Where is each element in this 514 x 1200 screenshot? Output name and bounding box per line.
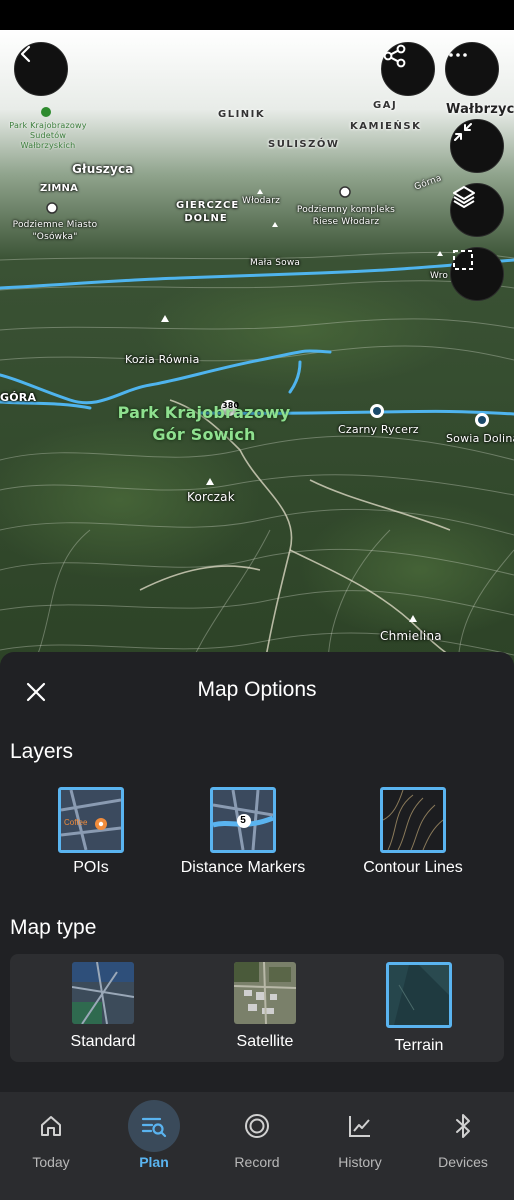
map-label-glinik: GLINIK: [218, 109, 266, 120]
satellite-map-thumbnail: [234, 962, 296, 1024]
distance-markers-thumbnail: 5: [210, 787, 276, 853]
map-type-label: Terrain: [394, 1037, 444, 1054]
record-icon: [245, 1114, 269, 1138]
map-type-label: Satellite: [236, 1033, 294, 1050]
nav-label: History: [338, 1154, 382, 1170]
map-label-korczak: Korczak: [187, 490, 235, 504]
nav-item-devices[interactable]: Devices: [412, 1100, 514, 1170]
map-label-kozia-rownia: Kozia Równia: [125, 353, 200, 366]
map-label-zimna: ZIMNA: [40, 183, 79, 194]
layer-label: Distance Markers: [180, 859, 306, 876]
sheet-title: Map Options: [197, 678, 317, 701]
share-button[interactable]: [381, 42, 435, 96]
sheet-header: Map Options: [0, 652, 514, 728]
nav-item-today[interactable]: Today: [0, 1100, 102, 1170]
collapse-arrows-icon: [454, 123, 472, 141]
map-label-wlodarz: Włodarz: [242, 196, 281, 206]
map-label-gaj: GAJ: [373, 100, 398, 111]
map-label-park-gor-sowich: Park Krajobrazowy Gór Sowich: [117, 403, 291, 444]
layer-option-pois[interactable]: Coffee POIs: [26, 787, 156, 878]
map-label-park-sudetow: Park Krajobrazowy Sudetów Wałbrzyskich: [9, 121, 87, 150]
map-type-section-title: Map type: [10, 916, 97, 939]
map-label-gierczce-dolne: GIERCZCE DOLNE: [176, 200, 240, 224]
more-horizontal-icon: [449, 53, 467, 57]
collapse-view-button[interactable]: [450, 119, 504, 173]
distance-marker-number: 5: [240, 815, 246, 826]
map-layers-button[interactable]: [450, 183, 504, 237]
map-type-satellite[interactable]: Satellite: [200, 962, 330, 1051]
terrain-map-thumbnail: [386, 962, 452, 1028]
map-label-wro: Wro: [430, 271, 449, 281]
fullscreen-button[interactable]: [450, 247, 504, 301]
share-icon: [383, 44, 406, 68]
contour-lines-thumbnail: [380, 787, 446, 853]
map-label-czarny-rycerz: Czarny Rycerz: [338, 423, 419, 436]
fullscreen-frame-icon: [453, 250, 473, 270]
plan-search-icon: [141, 1117, 167, 1138]
nav-label: Plan: [139, 1154, 169, 1170]
nav-label: Today: [32, 1154, 70, 1170]
nav-item-history[interactable]: History: [309, 1100, 411, 1170]
more-options-button[interactable]: [445, 42, 499, 96]
chevron-left-icon: [20, 45, 31, 63]
pois-thumbnail: Coffee: [58, 787, 124, 853]
map-options-sheet: Map Options Layers Coffee POIs 5 Distanc…: [0, 652, 514, 1092]
road-number-label: 380: [222, 401, 240, 410]
map-label-kamiensk: KAMIEŃSK: [350, 121, 422, 132]
map-type-label: Standard: [70, 1033, 136, 1050]
coffee-poi-label: Coffee: [64, 818, 88, 827]
map-label-suliszow: SULISZÓW: [268, 139, 340, 150]
status-bar: [0, 0, 514, 30]
bottom-navigation: Today Plan Record History Devices: [0, 1092, 514, 1200]
layers-section-title: Layers: [10, 740, 74, 763]
map-label-walbrzych: Wałbrzych: [446, 102, 514, 117]
layers-icon: [453, 186, 475, 208]
map-type-panel: Standard Satellite Terrain: [10, 954, 504, 1062]
nav-label: Devices: [438, 1154, 488, 1170]
nav-item-record[interactable]: Record: [206, 1100, 308, 1170]
map-label-mala-sowa: Mała Sowa: [250, 258, 301, 268]
nav-label: Record: [234, 1154, 280, 1170]
map-label-gluszyca: Głuszyca: [72, 162, 134, 176]
standard-map-thumbnail: [72, 962, 134, 1024]
layer-label: Contour Lines: [363, 859, 463, 876]
map-type-standard[interactable]: Standard: [38, 962, 168, 1051]
map-label-chmielina: Chmielina: [380, 629, 442, 643]
map-label-gora: GÓRA: [0, 391, 37, 404]
map-label-podziemny-kompleks: Podziemny kompleks Riese Włodarz: [296, 205, 396, 227]
back-button[interactable]: [14, 42, 68, 96]
map-label-sowia-dolina: Sowia Dolina: [446, 432, 514, 445]
home-icon: [41, 1116, 61, 1136]
layer-option-contour-lines[interactable]: Contour Lines: [348, 787, 478, 878]
map-label-podziemne-osowka: Podziemne Miasto "Osówka": [12, 220, 98, 242]
chart-line-icon: [349, 1116, 370, 1137]
layer-option-distance-markers[interactable]: 5 Distance Markers: [178, 787, 308, 878]
bluetooth-icon: [456, 1114, 470, 1138]
nav-item-plan[interactable]: Plan: [103, 1100, 205, 1170]
layer-label: POIs: [73, 859, 109, 876]
map-type-terrain[interactable]: Terrain: [354, 962, 484, 1055]
terrain-map[interactable]: GLINIK GAJ Wałbrzych KAMIEŃSK SULISZÓW P…: [0, 30, 514, 690]
